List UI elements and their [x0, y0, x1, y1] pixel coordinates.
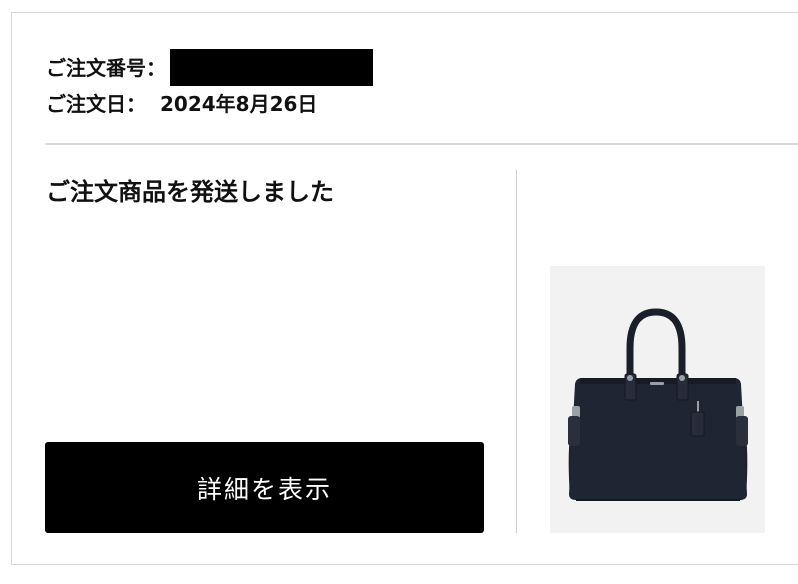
order-date-value: 2024年8月26日 — [160, 92, 318, 116]
order-date-label: ご注文日： — [46, 92, 146, 116]
view-details-button[interactable]: 詳細を表示 — [45, 442, 484, 533]
order-shipped-card: ご注文番号： ご注文日： 2024年8月26日 ご注文商品を発送しました 詳細を… — [11, 12, 798, 565]
order-number-row: ご注文番号： — [46, 49, 373, 86]
order-date-row: ご注文日： 2024年8月26日 — [46, 92, 317, 116]
vertical-divider — [516, 170, 517, 533]
order-number-redacted — [170, 49, 373, 86]
shipped-status-message: ご注文商品を発送しました — [46, 178, 334, 206]
order-number-label: ご注文番号： — [46, 55, 166, 80]
horizontal-divider — [45, 143, 798, 145]
product-image[interactable] — [550, 266, 765, 533]
tote-bag-image — [568, 308, 748, 501]
